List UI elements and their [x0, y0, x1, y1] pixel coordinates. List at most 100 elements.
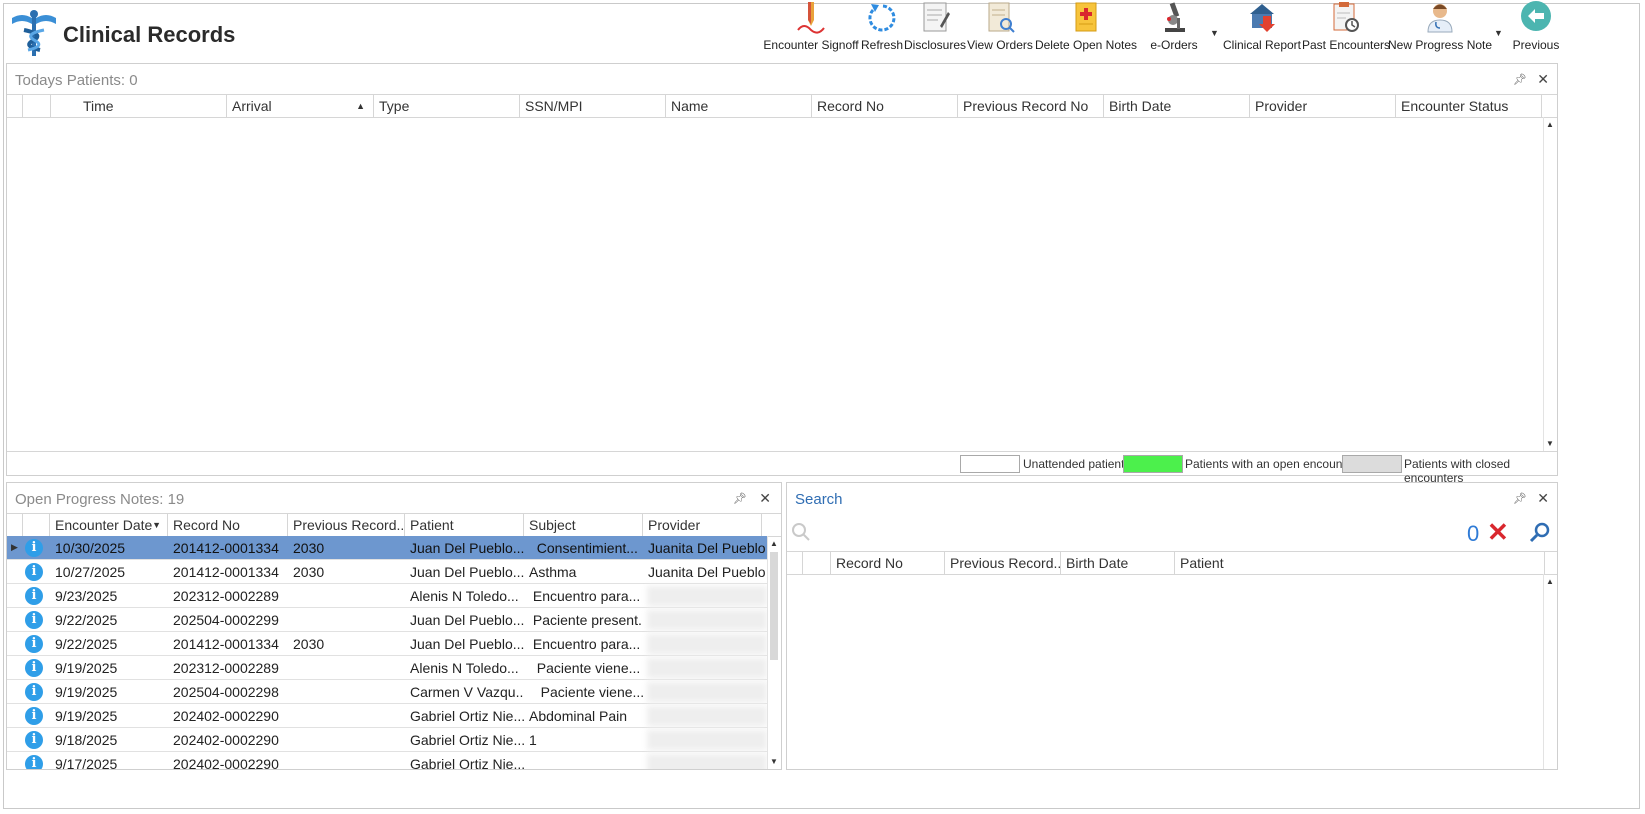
table-row[interactable]: i 9/22/2025 201412-0001334 2030 Juan Del Pue…: [7, 632, 767, 656]
open-notes-title: Open Progress Notes: 19: [15, 491, 185, 508]
cell-encounter-date: 10/27/2025: [55, 564, 126, 580]
table-row[interactable]: i 9/17/2025 202402-0002290 Gabriel Ortiz Ni…: [7, 752, 767, 770]
col-encounter-status[interactable]: Encounter Status: [1396, 95, 1542, 117]
delete-notes-icon: [1075, 2, 1097, 32]
e-orders-button[interactable]: e-Orders: [1144, 0, 1204, 58]
col-record-no[interactable]: Record No: [812, 95, 958, 117]
pin-icon[interactable]: 📌︎: [733, 492, 747, 505]
cell-record-no: 201412-0001334: [173, 540, 279, 556]
search-panel: Search 📌︎ ✕ 0 ✕ Record No Previous Recor…: [786, 482, 1558, 770]
col-provider[interactable]: Provider: [643, 514, 762, 536]
cell-previous-record: [288, 608, 405, 632]
todays-scrollbar[interactable]: ▲ ▼: [1543, 117, 1557, 451]
delete-open-notes-button[interactable]: Delete Open Notes: [1034, 0, 1138, 58]
encounter-signoff-button[interactable]: Encounter Signoff: [762, 0, 860, 58]
cell-previous-record: 2030: [293, 636, 325, 652]
col-birth-date[interactable]: Birth Date: [1104, 95, 1250, 117]
disclosures-button[interactable]: Disclosures: [904, 0, 966, 58]
notes-grid-body: ▶ i 10/30/2025 201412-0001334 2030 Juan Del P…: [7, 536, 767, 770]
clinical-report-label: Clinical Report: [1222, 38, 1302, 52]
view-orders-button[interactable]: View Orders: [966, 0, 1034, 58]
col-record-no[interactable]: Record No: [831, 552, 945, 574]
previous-button[interactable]: Previous: [1508, 0, 1564, 58]
table-row[interactable]: i 9/19/2025 202312-0002289 Alenis N Toledo.…: [7, 656, 767, 680]
clear-search-icon[interactable]: ✕: [1487, 517, 1509, 548]
info-icon[interactable]: i: [25, 587, 43, 605]
info-icon[interactable]: i: [25, 635, 43, 653]
todays-patients-title: Todays Patients: 0: [15, 72, 138, 89]
col-previous-record-no[interactable]: Previous Record No: [958, 95, 1104, 117]
info-icon[interactable]: i: [25, 539, 43, 557]
scroll-down-icon[interactable]: ▼: [770, 757, 778, 766]
redacted-provider: [647, 658, 767, 678]
legend-unattended-swatch: [960, 455, 1020, 473]
col-provider[interactable]: Provider: [1250, 95, 1396, 117]
cell-encounter-date: 9/23/2025: [55, 588, 118, 604]
info-icon[interactable]: i: [25, 563, 43, 581]
info-icon[interactable]: i: [25, 731, 43, 749]
col-type[interactable]: Type: [374, 95, 520, 117]
e-orders-dropdown-icon[interactable]: ▼: [1210, 28, 1219, 38]
sort-descending-icon: ▼: [152, 520, 161, 530]
cell-previous-record: [288, 752, 405, 769]
search-grid-header: Record No Previous Record... Birth Date …: [787, 551, 1557, 575]
close-icon[interactable]: ✕: [1537, 71, 1549, 88]
scroll-thumb[interactable]: [770, 552, 778, 660]
info-icon[interactable]: i: [25, 707, 43, 725]
cell-patient: Gabriel Ortiz Nie...: [410, 708, 524, 724]
info-icon[interactable]: i: [25, 683, 43, 701]
refresh-button[interactable]: Refresh: [860, 0, 904, 58]
cell-patient: Gabriel Ortiz Nie...: [410, 732, 524, 748]
table-row[interactable]: i 9/19/2025 202504-0002298 Carmen V Vazqu..…: [7, 680, 767, 704]
col-encounter-date[interactable]: Encounter Date ▼: [50, 514, 168, 536]
pin-icon[interactable]: 📌︎: [1513, 492, 1527, 505]
clinical-report-button[interactable]: Clinical Report: [1222, 0, 1302, 58]
scroll-down-icon[interactable]: ▼: [1546, 439, 1554, 448]
col-patient[interactable]: Patient: [1175, 552, 1545, 574]
close-icon[interactable]: ✕: [1537, 490, 1549, 507]
col-name[interactable]: Name: [666, 95, 812, 117]
cell-record-no: 202402-0002290: [173, 756, 279, 770]
todays-patients-count: 0: [129, 72, 138, 89]
col-time[interactable]: Time: [51, 95, 227, 117]
cell-subject: Paciente viene...: [529, 660, 641, 676]
cell-patient: Gabriel Ortiz Nie...: [410, 756, 524, 770]
info-icon[interactable]: i: [25, 659, 43, 677]
table-row[interactable]: i 9/18/2025 202402-0002290 Gabriel Ortiz Ni…: [7, 728, 767, 752]
scroll-up-icon[interactable]: ▲: [770, 539, 778, 548]
doctor-icon: [1427, 4, 1453, 33]
cell-previous-record: 2030: [293, 540, 325, 556]
col-patient[interactable]: Patient: [405, 514, 524, 536]
scroll-up-icon[interactable]: ▲: [1546, 120, 1554, 129]
table-row[interactable]: i 9/23/2025 202312-0002289 Alenis N Toledo.…: [7, 584, 767, 608]
col-previous-record[interactable]: Previous Record...: [945, 552, 1061, 574]
col-previous-record[interactable]: Previous Record...: [288, 514, 405, 536]
table-row[interactable]: i 10/27/2025 201412-0001334 2030 Juan Del Pu…: [7, 560, 767, 584]
col-birth-date[interactable]: Birth Date: [1061, 552, 1175, 574]
open-notes-count: 19: [167, 491, 185, 508]
info-icon[interactable]: i: [25, 611, 43, 629]
close-icon[interactable]: ✕: [759, 490, 771, 507]
table-row[interactable]: i 9/19/2025 202402-0002290 Gabriel Ortiz Ni…: [7, 704, 767, 728]
table-row[interactable]: i 9/22/2025 202504-0002299 Juan Del Pueblo.…: [7, 608, 767, 632]
past-encounters-button[interactable]: Past Encounters: [1302, 0, 1390, 58]
encounter-signoff-label: Encounter Signoff: [763, 38, 859, 52]
col-ssn-mpi[interactable]: SSN/MPI: [520, 95, 666, 117]
col-arrival[interactable]: Arrival ▲: [227, 95, 374, 117]
search-scrollbar[interactable]: ▲: [1543, 574, 1557, 769]
col-subject[interactable]: Subject: [524, 514, 643, 536]
todays-patients-panel: Todays Patients: 0 📌︎ ✕ Time Arrival ▲ Ty…: [6, 63, 1558, 485]
back-arrow-icon: [1521, 1, 1551, 31]
scroll-up-icon[interactable]: ▲: [1546, 577, 1554, 586]
notes-scrollbar[interactable]: ▲ ▼: [767, 536, 781, 769]
find-icon[interactable]: [1529, 521, 1551, 543]
cell-patient: Juan Del Pueblo...: [410, 612, 524, 628]
pin-icon[interactable]: 📌︎: [1513, 73, 1527, 86]
cell-provider: Juanita Del Pueblo: [648, 540, 766, 556]
col-record-no[interactable]: Record No: [168, 514, 288, 536]
new-progress-note-button[interactable]: New Progress Note: [1388, 0, 1492, 58]
new-progress-note-dropdown-icon[interactable]: ▼: [1494, 28, 1503, 38]
table-row[interactable]: ▶ i 10/30/2025 201412-0001334 2030 Juan Del P…: [7, 536, 767, 560]
cell-previous-record: [288, 704, 405, 728]
info-icon[interactable]: i: [25, 755, 43, 769]
